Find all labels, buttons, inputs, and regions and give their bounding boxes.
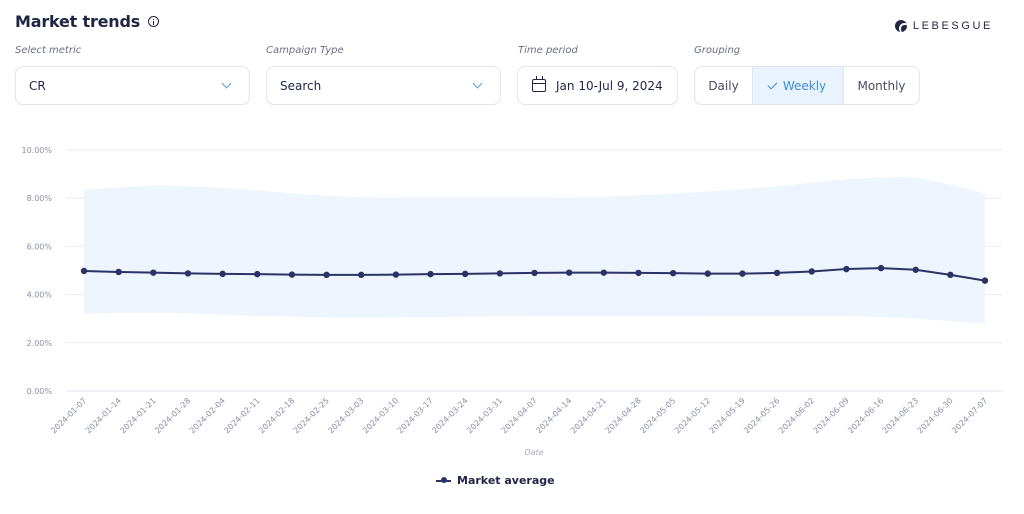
data-point xyxy=(531,269,538,277)
x-tick-label: 2024-01-21 xyxy=(118,396,157,435)
x-tick-label: 2024-06-30 xyxy=(916,396,955,435)
x-tick-label: 2024-03-17 xyxy=(396,396,435,435)
data-point xyxy=(704,270,711,277)
grouping-option-label: Monthly xyxy=(857,78,906,93)
brand-name: LEBESGUE xyxy=(912,20,993,32)
data-point xyxy=(981,277,989,284)
x-tick-label: 2024-03-31 xyxy=(465,396,504,435)
x-tick-label: 2024-06-02 xyxy=(777,396,816,435)
data-point xyxy=(184,270,192,277)
x-tick-label: 2024-03-03 xyxy=(326,396,365,435)
time-period-label: Time period xyxy=(518,45,578,56)
x-tick-label: 2024-01-07 xyxy=(49,396,88,435)
x-axis: 2024-01-072024-01-142024-01-212024-01-28… xyxy=(49,396,989,435)
grouping-option-label: Daily xyxy=(708,78,739,93)
y-tick-label: 10.00% xyxy=(21,146,52,155)
calendar-icon xyxy=(532,76,546,92)
data-point xyxy=(80,267,88,275)
x-tick-label: 2024-05-05 xyxy=(638,396,677,435)
data-point xyxy=(219,270,226,278)
data-point xyxy=(565,269,573,276)
x-tick-label: 2024-06-16 xyxy=(846,396,885,435)
data-point xyxy=(150,269,157,276)
x-tick-label: 2024-05-26 xyxy=(742,396,781,435)
check-icon xyxy=(767,79,778,89)
data-point xyxy=(392,271,400,278)
y-axis: 0.00% 2.00% 4.00% 6.00% 8.00% 10.00% xyxy=(21,146,52,396)
x-tick-label: 2024-04-21 xyxy=(569,396,608,435)
x-tick-label: 2024-07-07 xyxy=(950,396,989,435)
data-point xyxy=(288,271,296,278)
metric-label: Select metric xyxy=(15,45,82,56)
y-tick-label: 8.00% xyxy=(27,194,53,203)
market-range-band xyxy=(84,177,985,324)
data-point xyxy=(808,268,815,275)
data-point xyxy=(773,269,781,277)
title-row: Market trends xyxy=(15,12,160,31)
x-tick-label: 2024-05-12 xyxy=(673,396,712,435)
campaign-type-label: Campaign Type xyxy=(266,45,344,56)
metric-select-value: CR xyxy=(29,78,46,93)
data-point xyxy=(739,270,746,277)
metric-select[interactable]: CR xyxy=(15,66,250,105)
data-point xyxy=(669,269,677,277)
x-tick-label: 2024-03-24 xyxy=(430,396,469,435)
grouping-option-daily[interactable]: Daily xyxy=(695,67,753,104)
x-tick-label: 2024-02-04 xyxy=(188,396,227,435)
x-tick-label: 2024-04-28 xyxy=(604,396,643,435)
info-circle-icon[interactable] xyxy=(148,16,160,27)
data-point xyxy=(115,268,122,276)
data-point xyxy=(358,271,365,279)
y-tick-label: 6.00% xyxy=(27,242,53,251)
data-point xyxy=(461,270,469,278)
x-tick-label: 2024-06-09 xyxy=(812,396,851,435)
data-point xyxy=(635,269,642,277)
x-tick-label: 2024-03-10 xyxy=(361,396,400,435)
x-tick-label: 2024-01-14 xyxy=(84,396,123,435)
y-tick-label: 4.00% xyxy=(27,291,53,300)
chevron-down-icon xyxy=(221,78,232,89)
x-tick-label: 2024-04-07 xyxy=(500,396,539,435)
data-point xyxy=(843,265,850,273)
x-axis-title: Date xyxy=(524,448,543,457)
grouping-toggle: Daily Weekly Monthly xyxy=(694,66,920,105)
chevron-down-icon xyxy=(472,78,483,89)
legend[interactable]: Market average xyxy=(436,474,555,487)
data-point xyxy=(600,269,608,276)
campaign-type-select-value: Search xyxy=(280,78,322,93)
legend-line-icon xyxy=(436,477,451,483)
time-period-value: Jan 10-Jul 9, 2024 xyxy=(556,78,663,93)
grouping-option-monthly[interactable]: Monthly xyxy=(844,67,919,104)
x-tick-label: 2024-01-28 xyxy=(153,396,192,435)
grouping-label: Grouping xyxy=(694,45,741,56)
market-trends-chart: 0.00% 2.00% 4.00% 6.00% 8.00% 10.00% 2024-01-… xyxy=(21,146,1002,457)
grouping-option-label: Weekly xyxy=(782,78,827,93)
data-point xyxy=(323,271,330,279)
x-tick-label: 2024-06-23 xyxy=(881,396,920,435)
x-tick-label: 2024-02-11 xyxy=(222,396,261,435)
x-tick-label: 2024-02-18 xyxy=(257,396,296,435)
grouping-option-weekly[interactable]: Weekly xyxy=(753,67,844,104)
data-point xyxy=(427,270,434,278)
data-point xyxy=(947,271,954,279)
data-point xyxy=(254,270,261,278)
brand: LEBESGUE xyxy=(894,20,993,32)
x-tick-label: 2024-04-14 xyxy=(534,396,573,435)
data-point xyxy=(877,264,885,272)
campaign-type-select[interactable]: Search xyxy=(266,66,501,105)
data-point xyxy=(912,266,919,273)
x-tick-label: 2024-02-25 xyxy=(292,396,331,435)
page-title: Market trends xyxy=(15,12,141,31)
x-tick-label: 2024-05-19 xyxy=(708,396,747,435)
time-period-picker[interactable]: Jan 10-Jul 9, 2024 xyxy=(517,66,678,105)
legend-label: Market average xyxy=(457,474,555,487)
lebesgue-logo-icon xyxy=(894,20,907,32)
data-point xyxy=(496,270,504,277)
y-tick-label: 0.00% xyxy=(27,387,53,396)
y-tick-label: 2.00% xyxy=(27,339,53,348)
